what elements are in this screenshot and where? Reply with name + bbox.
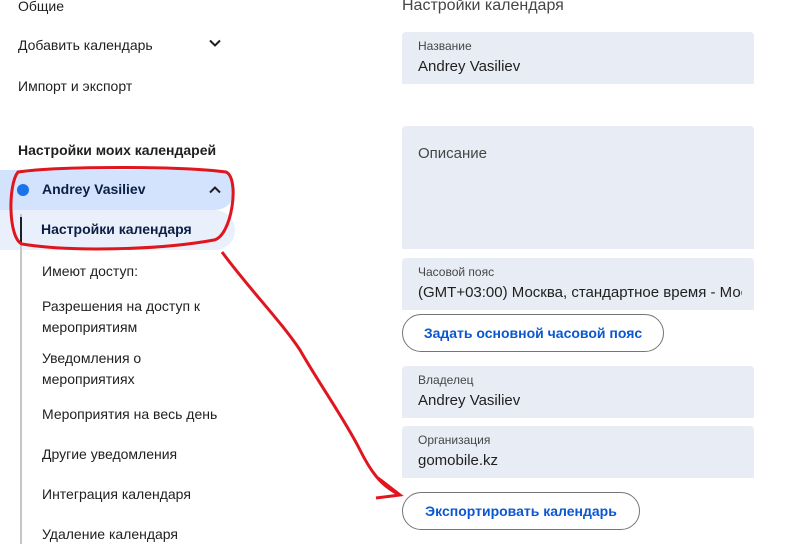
nav-general[interactable]: Общие xyxy=(18,0,64,14)
section-title: Настройки календаря xyxy=(402,0,564,14)
name-field-label: Название xyxy=(418,39,472,53)
organization-field: Организация gomobile.kz xyxy=(402,426,754,478)
nav-add-calendar-label: Добавить календарь xyxy=(18,37,153,53)
subnav-calendar-settings-label: Настройки календаря xyxy=(41,221,192,237)
name-field-value: Andrey Vasiliev xyxy=(418,58,521,75)
calendar-row-selected[interactable]: Andrey Vasiliev xyxy=(0,170,235,210)
description-placeholder: Описание xyxy=(418,145,488,162)
annotation-arrowhead xyxy=(375,476,404,500)
subnav-integrate-calendar[interactable]: Интеграция календаря xyxy=(42,484,242,505)
calendar-name: Andrey Vasiliev xyxy=(42,181,146,197)
subnav-other-notifications[interactable]: Другие уведомления xyxy=(42,444,242,465)
chevron-up-icon[interactable] xyxy=(208,183,222,202)
description-field[interactable]: Описание xyxy=(402,126,754,249)
timezone-select[interactable]: Часовой пояс (GMT+03:00) Москва, стандар… xyxy=(402,258,754,310)
subnav-remove-calendar[interactable]: Удаление календаря xyxy=(42,524,242,545)
timezone-field-value: (GMT+03:00) Москва, стандартное время - … xyxy=(418,284,742,301)
name-field[interactable]: Название Andrey Vasiliev xyxy=(402,32,754,84)
subnav-shared-with[interactable]: Имеют доступ: xyxy=(42,261,222,282)
subnav-event-notifications[interactable]: Уведомления о мероприятиях xyxy=(42,348,172,390)
set-primary-timezone-button[interactable]: Задать основной часовой пояс xyxy=(402,314,664,352)
chevron-down-icon[interactable] xyxy=(208,36,222,55)
subnav-calendar-settings[interactable]: Настройки календаря xyxy=(0,210,235,250)
timezone-field-label: Часовой пояс xyxy=(418,265,495,279)
calendar-color-dot xyxy=(17,184,29,196)
owner-field-label: Владелец xyxy=(418,373,474,387)
subnav-active-indicator xyxy=(20,217,22,243)
subnav-all-day-events[interactable]: Мероприятия на весь день xyxy=(42,404,242,425)
owner-field-value: Andrey Vasiliev xyxy=(418,392,521,409)
my-calendars-heading: Настройки моих календарей xyxy=(18,142,217,158)
export-calendar-button[interactable]: Экспортировать календарь xyxy=(402,492,640,530)
organization-field-label: Организация xyxy=(418,433,491,447)
nav-add-calendar[interactable]: Добавить календарь xyxy=(18,37,228,57)
organization-field-value: gomobile.kz xyxy=(418,452,499,469)
annotation-arrow xyxy=(220,251,399,496)
nav-import-export[interactable]: Импорт и экспорт xyxy=(18,78,132,94)
subnav-rail xyxy=(20,214,22,544)
owner-field: Владелец Andrey Vasiliev xyxy=(402,366,754,418)
subnav-access-permissions[interactable]: Разрешения на доступ к мероприятиям xyxy=(42,296,222,338)
